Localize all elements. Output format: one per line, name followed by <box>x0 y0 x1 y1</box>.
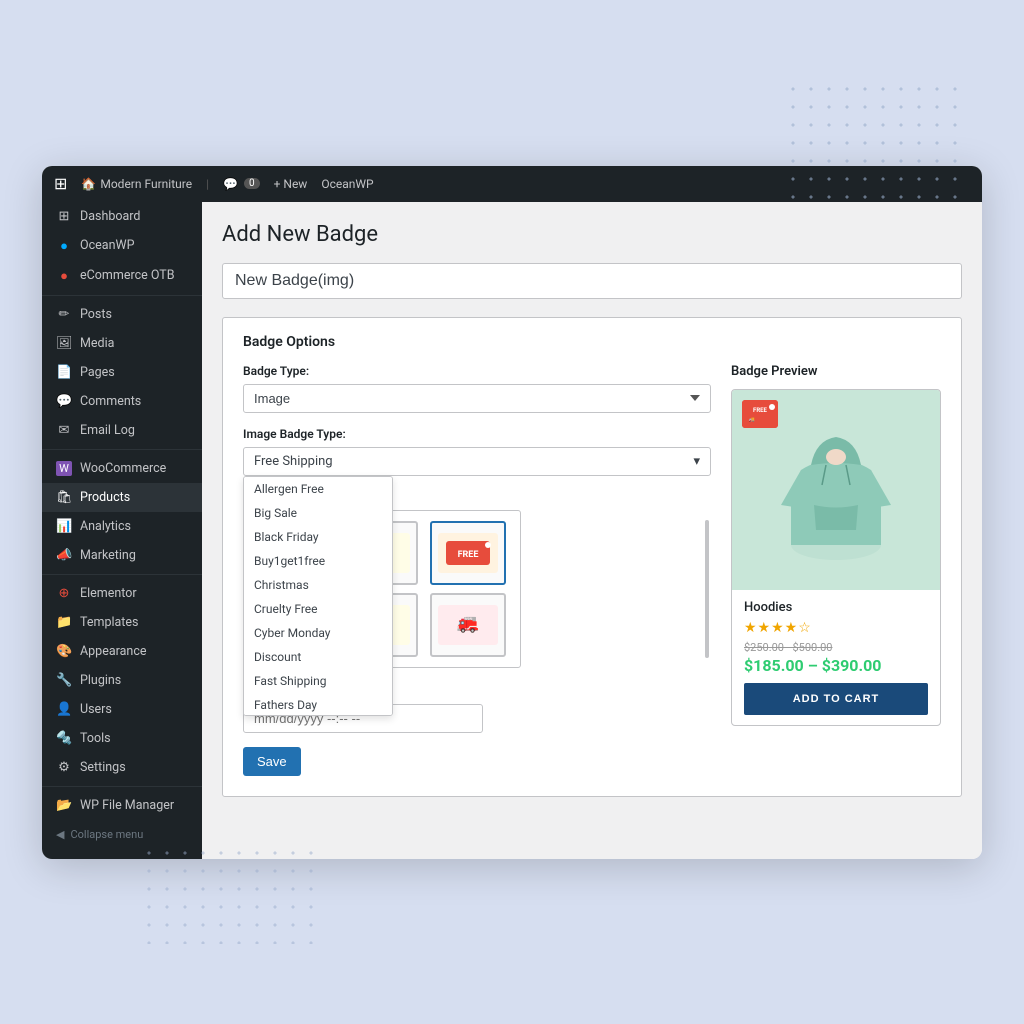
sidebar-item-templates[interactable]: 📁 Templates <box>42 608 202 637</box>
image-badge-type-group: Image Badge Type: Free Shipping ▾ Allerg… <box>243 427 711 476</box>
right-preview: Badge Preview FREE 🚚 <box>731 364 941 776</box>
sidebar-item-file-manager[interactable]: 📂 WP File Manager <box>42 791 202 820</box>
main-layout: ⊞ Dashboard ● OceanWP ● eCommerce OTB ✏ … <box>42 202 982 859</box>
preview-card: FREE 🚚 <box>731 389 941 726</box>
sidebar-item-appearance[interactable]: 🎨 Appearance <box>42 637 202 666</box>
star-rating: ★★★★☆ <box>744 620 928 636</box>
plugins-icon: 🔧 <box>56 673 72 688</box>
posts-icon: ✏ <box>56 307 72 322</box>
badge-options-title: Badge Options <box>243 334 941 350</box>
image-badge-type-input[interactable]: Free Shipping ▾ <box>243 447 711 476</box>
preview-image-area: FREE 🚚 <box>732 390 940 590</box>
svg-text:FREE: FREE <box>458 550 479 560</box>
sidebar-item-tools[interactable]: 🔩 Tools <box>42 724 202 753</box>
save-button[interactable]: Save <box>243 747 301 776</box>
marketing-icon: 📣 <box>56 548 72 563</box>
svg-text:FREE: FREE <box>753 407 768 414</box>
wp-logo[interactable]: ⊞ <box>54 174 67 193</box>
dropdown-item[interactable]: Christmas <box>244 573 392 597</box>
hoodie-illustration <box>776 415 896 565</box>
dropdown-item[interactable]: Fathers Day <box>244 693 392 716</box>
image-badge-type-label: Image Badge Type: <box>243 427 711 441</box>
sidebar-item-plugins[interactable]: 🔧 Plugins <box>42 666 202 695</box>
users-icon: 👤 <box>56 702 72 717</box>
sidebar-item-comments[interactable]: 💬 Comments <box>42 387 202 416</box>
image-badge-dropdown-container: Free Shipping ▾ Allergen FreeBig SaleBla… <box>243 447 711 476</box>
email-icon: ✉ <box>56 423 72 438</box>
page-title: Add New Badge <box>222 222 962 247</box>
form-content: Badge Type: Image Image Badge Type: Free… <box>243 364 941 776</box>
sidebar-item-posts[interactable]: ✏ Posts <box>42 300 202 329</box>
comment-icon: 💬 <box>223 177 238 191</box>
svg-text:🚒: 🚒 <box>457 613 479 634</box>
appearance-icon: 🎨 <box>56 644 72 659</box>
badge-type-label: Badge Type: <box>243 364 711 378</box>
pages-icon: 📄 <box>56 365 72 380</box>
badge-name-input[interactable] <box>222 263 962 299</box>
sidebar-item-marketing[interactable]: 📣 Marketing <box>42 541 202 570</box>
folder-icon: 📂 <box>56 798 72 813</box>
dropdown-item[interactable]: Buy1get1free <box>244 549 392 573</box>
preview-title: Badge Preview <box>731 364 941 379</box>
sidebar-item-dashboard[interactable]: ⊞ Dashboard <box>42 202 202 231</box>
content-area: Add New Badge Badge Options Badge Type: … <box>202 202 982 859</box>
dropdown-item[interactable]: Big Sale <box>244 501 392 525</box>
sidebar-item-analytics[interactable]: 📊 Analytics <box>42 512 202 541</box>
scrollbar[interactable] <box>705 520 709 658</box>
top-bar: ⊞ 🏠 Modern Furniture | 💬 0 + New OceanWP <box>42 166 982 202</box>
site-name-link[interactable]: 🏠 Modern Furniture <box>81 177 192 191</box>
sidebar-item-oceanwp[interactable]: ● OceanWP <box>42 231 202 261</box>
analytics-icon: 📊 <box>56 519 72 534</box>
badge-type-select[interactable]: Image <box>243 384 711 413</box>
woo-icon: W <box>56 461 72 476</box>
media-icon: 🖼 <box>56 336 72 351</box>
dropdown-item[interactable]: Discount <box>244 645 392 669</box>
theme-link[interactable]: OceanWP <box>321 177 373 191</box>
sidebar-item-settings[interactable]: ⚙ Settings <box>42 753 202 782</box>
sidebar-item-pages[interactable]: 📄 Pages <box>42 358 202 387</box>
original-price: $250.00 - $500.00 <box>744 641 928 654</box>
comments-icon: 💬 <box>56 394 72 409</box>
collapse-arrow-icon: ◀ <box>56 828 64 841</box>
products-icon: 🛍 <box>56 490 72 505</box>
sidebar-item-products[interactable]: 🛍 Products <box>42 483 202 512</box>
left-form: Badge Type: Image Image Badge Type: Free… <box>243 364 711 776</box>
oceanwp-icon: ● <box>56 238 72 254</box>
preview-badge-icon: FREE 🚚 <box>742 400 778 428</box>
sale-price: $185.00 – $390.00 <box>744 656 928 675</box>
chevron-down-icon: ▾ <box>693 454 700 469</box>
sidebar-item-elementor[interactable]: ⊕ Elementor <box>42 579 202 608</box>
settings-icon: ⚙ <box>56 760 72 775</box>
badge-options-panel: Badge Options Badge Type: Image Image <box>222 317 962 797</box>
sidebar-item-media[interactable]: 🖼 Media <box>42 329 202 358</box>
dropdown-item[interactable]: Cruelty Free <box>244 597 392 621</box>
badge-img-truck-red[interactable]: 🚒 <box>430 593 506 657</box>
templates-icon: 📁 <box>56 615 72 630</box>
browser-window: ⊞ 🏠 Modern Furniture | 💬 0 + New OceanWP… <box>42 166 982 859</box>
sidebar-item-woocommerce[interactable]: W WooCommerce <box>42 454 202 483</box>
sidebar: ⊞ Dashboard ● OceanWP ● eCommerce OTB ✏ … <box>42 202 202 859</box>
comments-link[interactable]: 💬 0 <box>223 177 260 191</box>
dropdown-item[interactable]: Allergen Free <box>244 477 392 501</box>
badge-type-group: Badge Type: Image <box>243 364 711 413</box>
dropdown-list: Allergen FreeBig SaleBlack FridayBuy1get… <box>243 476 393 716</box>
tools-icon: 🔩 <box>56 731 72 746</box>
sidebar-item-ecommerce[interactable]: ● eCommerce OTB <box>42 261 202 291</box>
preview-info: Hoodies ★★★★☆ $250.00 - $500.00 $185.00 … <box>732 590 940 725</box>
sidebar-item-email-log[interactable]: ✉ Email Log <box>42 416 202 445</box>
product-name: Hoodies <box>744 600 928 615</box>
ecommerce-icon: ● <box>56 268 72 284</box>
badge-img-free-tag[interactable]: FREE <box>430 521 506 585</box>
dropdown-item[interactable]: Fast Shipping <box>244 669 392 693</box>
sidebar-item-users[interactable]: 👤 Users <box>42 695 202 724</box>
new-button[interactable]: + New <box>274 177 308 191</box>
elementor-icon: ⊕ <box>56 586 72 601</box>
svg-text:🚚: 🚚 <box>749 417 755 423</box>
dropdown-item[interactable]: Cyber Monday <box>244 621 392 645</box>
dashboard-icon: ⊞ <box>56 209 72 224</box>
add-to-cart-button[interactable]: ADD TO CART <box>744 683 928 715</box>
home-icon: 🏠 <box>81 177 96 191</box>
dropdown-item[interactable]: Black Friday <box>244 525 392 549</box>
collapse-menu[interactable]: ◀ Collapse menu <box>42 820 202 849</box>
